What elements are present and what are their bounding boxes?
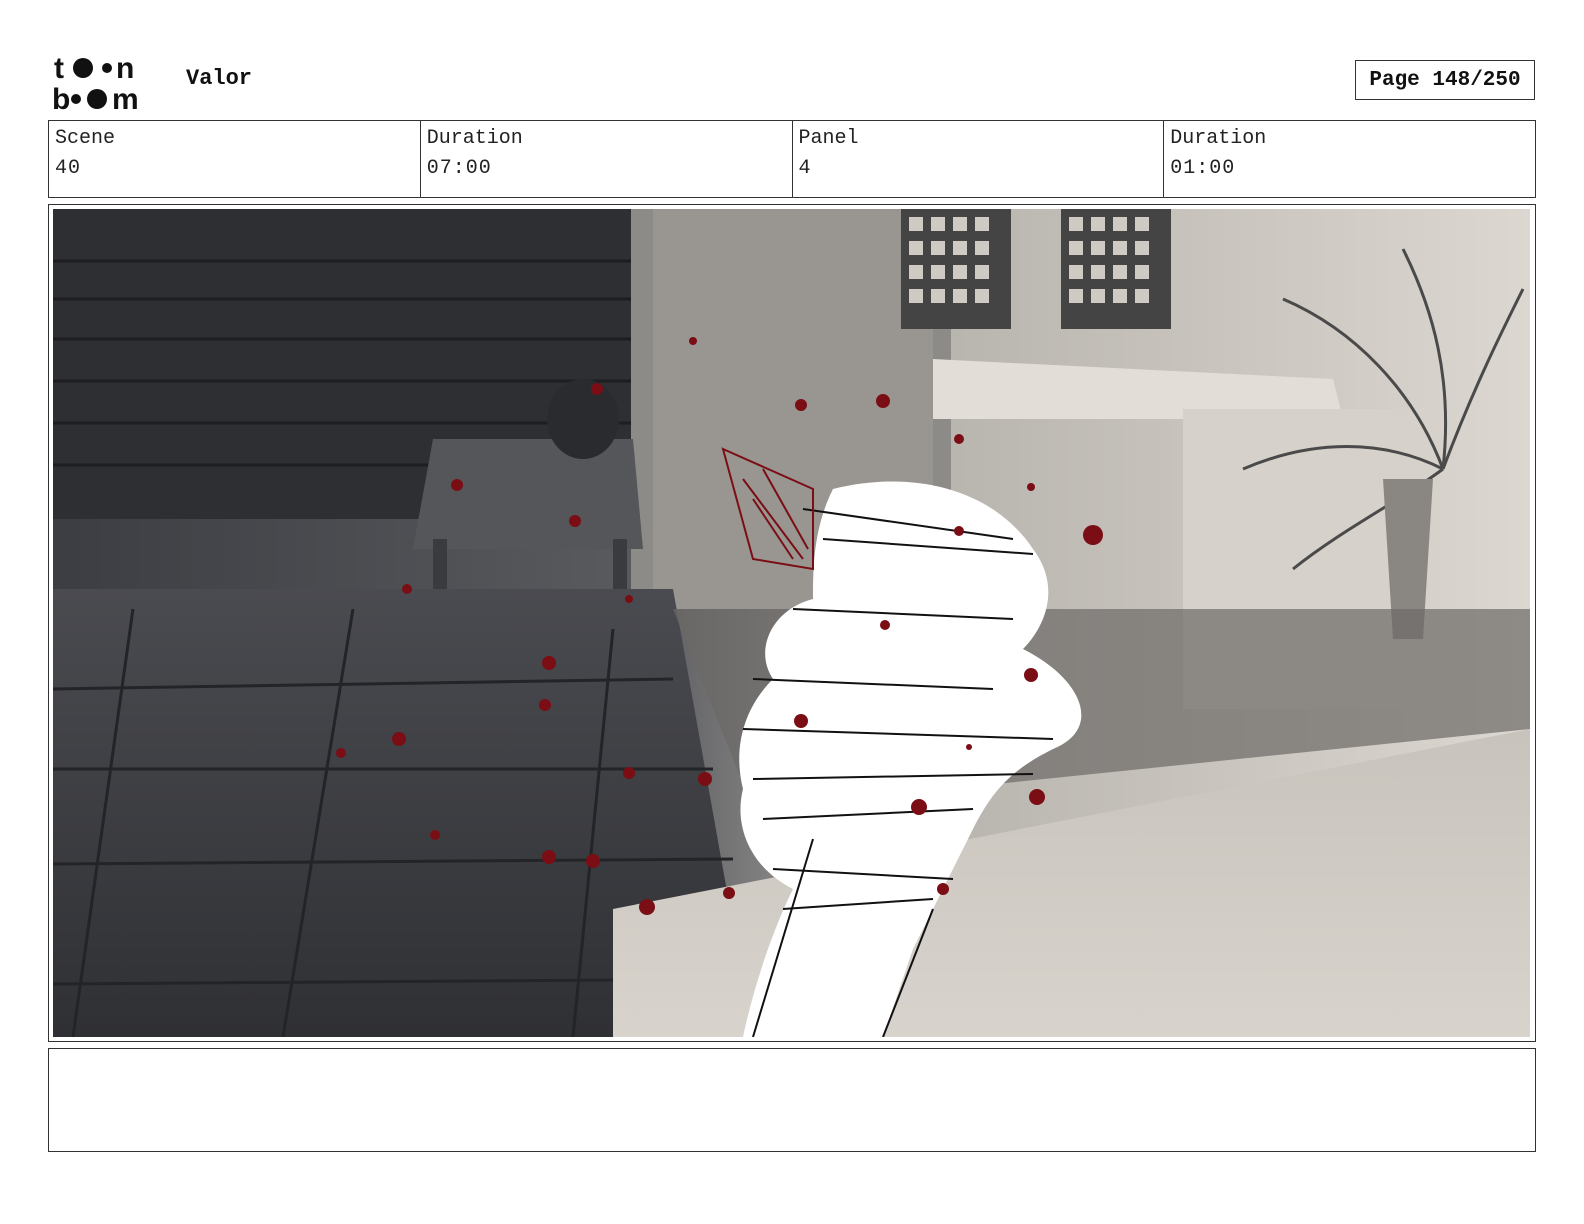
panel-duration-label: Duration: [1170, 127, 1267, 150]
panel-value: 4: [798, 157, 812, 180]
svg-text:t: t: [54, 52, 64, 85]
panel-duration-cell: Duration 01:00: [1164, 121, 1535, 197]
svg-text:m: m: [112, 83, 139, 112]
panel-duration-value: 01:00: [1170, 157, 1236, 180]
page-number: Page 148/250: [1355, 60, 1535, 100]
storyboard-sketch: [53, 209, 1530, 1037]
svg-text:n: n: [116, 52, 134, 85]
toon-boom-logo: t n b m: [52, 50, 164, 116]
scene-duration-label: Duration: [426, 127, 523, 150]
panel-notes-box[interactable]: [48, 1048, 1536, 1152]
scene-value: 40: [55, 157, 82, 180]
svg-text:b: b: [52, 83, 70, 112]
scene-duration-value: 07:00: [426, 157, 492, 180]
panel-cell: Panel 4: [793, 121, 1165, 197]
scene-info-table: Scene 40 Duration 07:00 Panel 4 Duration…: [48, 120, 1536, 198]
storyboard-panel-image: [53, 209, 1530, 1037]
panel-label: Panel: [798, 127, 859, 150]
storyboard-panel-frame: [48, 204, 1536, 1042]
project-title: Valor: [186, 66, 253, 91]
scene-cell: Scene 40: [49, 121, 421, 197]
scene-duration-cell: Duration 07:00: [421, 121, 793, 197]
scene-label: Scene: [55, 127, 116, 150]
